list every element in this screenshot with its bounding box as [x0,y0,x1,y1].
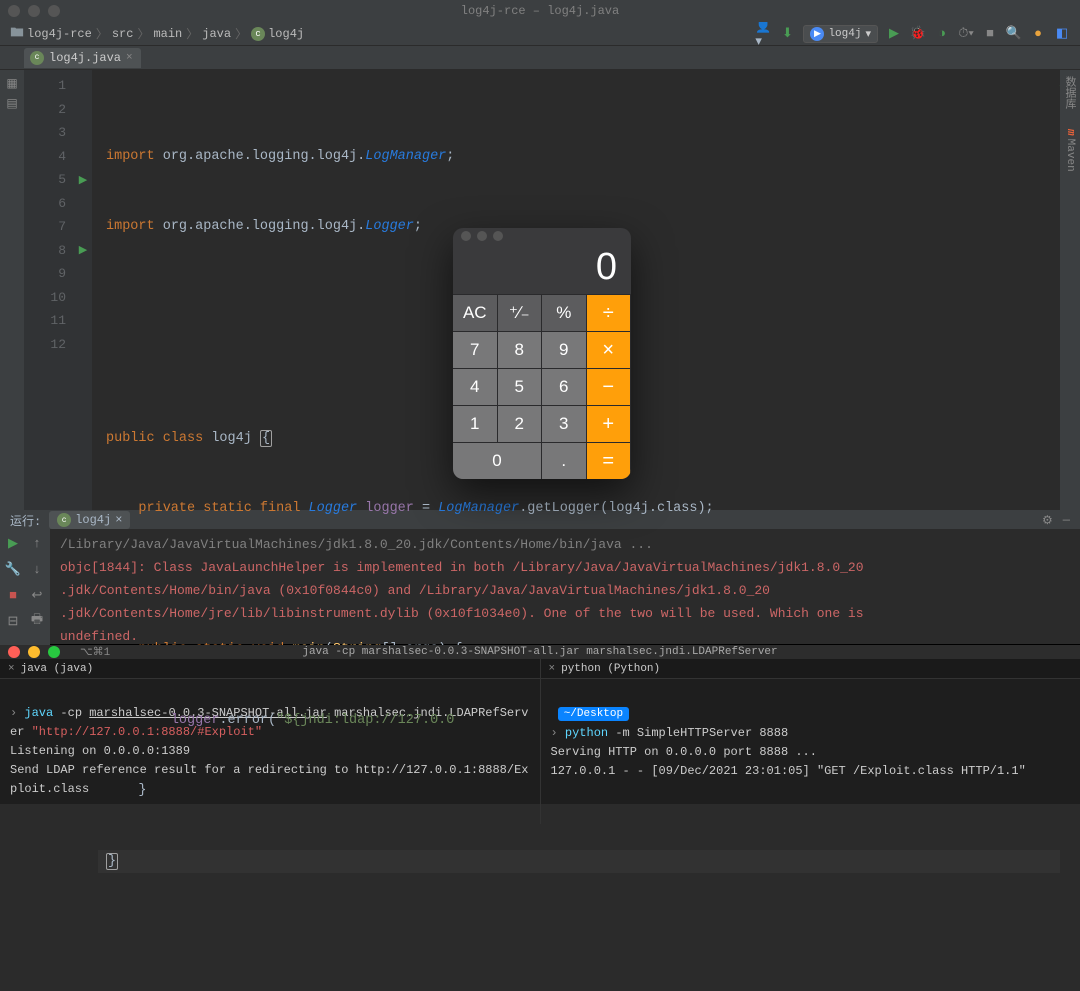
calculator-window[interactable]: 0 AC ⁺∕₋ % ÷ 7 8 9 × 4 5 6 − 1 2 3 + 0 .… [453,228,631,479]
calc-equals-button[interactable]: = [587,442,632,479]
calc-decimal-button[interactable]: . [542,442,587,479]
bc-main[interactable]: main [153,27,182,41]
calc-9-button[interactable]: 9 [542,331,587,368]
avatar-icon[interactable]: ● [1030,26,1046,42]
calc-1-button[interactable]: 1 [453,405,498,442]
down-icon[interactable]: ↓ [29,561,45,577]
calc-2-button[interactable]: 2 [498,405,543,442]
structure-tool-icon[interactable]: ▤ [3,94,21,112]
project-tool-icon[interactable]: ▦ [3,74,21,92]
breadcrumbs: log4j-rce 〉 src 〉 main 〉 java 〉 clog4j [10,25,304,43]
right-tool-stripe: 数据库 m Maven [1060,70,1080,510]
calc-display: 0 [453,244,631,294]
calc-6-button[interactable]: 6 [542,368,587,405]
calc-divide-button[interactable]: ÷ [587,294,632,331]
left-tool-stripe: ▦ ▤ [0,70,24,510]
profile-icon[interactable]: ⏱▾ [958,26,974,42]
stop-icon[interactable]: ■ [982,26,998,42]
run-side-toolbar: ▶ ↑ 🔧 ↓ ■ ↩ ⊟ 🖶 [0,529,50,652]
updates-icon[interactable]: ◧ [1054,26,1070,42]
close-icon[interactable]: × [126,52,133,64]
calc-4-button[interactable]: 4 [453,368,498,405]
run-label: 运行: [10,512,41,529]
calc-7-button[interactable]: 7 [453,331,498,368]
traffic-lights[interactable] [8,5,60,17]
tab-log4j[interactable]: c log4j.java × [24,48,141,68]
calc-0-button[interactable]: 0 [453,442,542,479]
calc-ac-button[interactable]: AC [453,294,498,331]
run-gutter: ▶ ▶ [74,70,92,510]
bc-project[interactable]: log4j-rce [10,25,92,43]
calc-traffic-lights[interactable] [453,228,631,244]
close-icon[interactable]: × [8,663,15,675]
run-line-icon[interactable]: ▶ [79,173,87,187]
calc-add-button[interactable]: + [587,405,632,442]
search-icon[interactable]: 🔍 [1006,26,1022,42]
navbar: log4j-rce 〉 src 〉 main 〉 java 〉 clog4j 👤… [0,22,1080,46]
calc-3-button[interactable]: 3 [542,405,587,442]
pane-tab-label: java (java) [21,663,94,675]
mac-titlebar: log4j-rce – log4j.java [0,0,1080,22]
build-icon[interactable]: ⬇ [779,26,795,42]
tab-label: log4j.java [49,51,121,65]
wrench-icon[interactable]: 🔧 [5,561,21,577]
debug-icon[interactable]: 🐞 [910,26,926,42]
calc-8-button[interactable]: 8 [498,331,543,368]
window-title: log4j-rce – log4j.java [461,4,619,18]
wrap-icon[interactable]: ↩ [29,587,45,603]
bc-src[interactable]: src [112,27,134,41]
calc-subtract-button[interactable]: − [587,368,632,405]
bc-file[interactable]: clog4j [251,27,304,41]
terminal-titlebar: ⌥⌘1 java -cp marshalsec-0.0.3-SNAPSHOT-a… [0,645,1080,659]
user-icon[interactable]: 👤▾ [755,26,771,42]
calc-percent-button[interactable]: % [542,294,587,331]
bc-java[interactable]: java [202,27,231,41]
run-line-icon[interactable]: ▶ [79,243,87,257]
calc-multiply-button[interactable]: × [587,331,632,368]
terminal-traffic-lights[interactable] [8,646,60,658]
toolbar-right: 👤▾ ⬇ ▶log4j ▾ ▶ 🐞 ◑ ⏱▾ ■ 🔍 ● ◧ [755,25,1070,43]
layout-icon[interactable]: ⊟ [5,613,21,629]
up-icon[interactable]: ↑ [29,535,45,551]
calc-5-button[interactable]: 5 [498,368,543,405]
line-numbers: 123 456 789 101112 [24,70,74,510]
rerun-icon[interactable]: ▶ [5,535,21,551]
maven-tool[interactable]: m Maven [1064,129,1076,172]
calc-plusminus-button[interactable]: ⁺∕₋ [498,294,543,331]
java-file-icon: c [30,51,44,65]
stop-icon[interactable]: ■ [5,587,21,603]
run-config-select[interactable]: ▶log4j ▾ [803,25,878,43]
editor-tabs: c log4j.java × [0,46,1080,70]
terminal-title: java -cp marshalsec-0.0.3-SNAPSHOT-all.j… [302,646,777,658]
run-icon[interactable]: ▶ [886,26,902,42]
minimize-icon[interactable]: — [1063,513,1070,528]
print-icon[interactable]: 🖶 [29,613,45,629]
database-tool[interactable]: 数据库 [1062,76,1078,109]
coverage-icon[interactable]: ◑ [934,26,950,42]
terminal-hint: ⌥⌘1 [80,645,110,659]
